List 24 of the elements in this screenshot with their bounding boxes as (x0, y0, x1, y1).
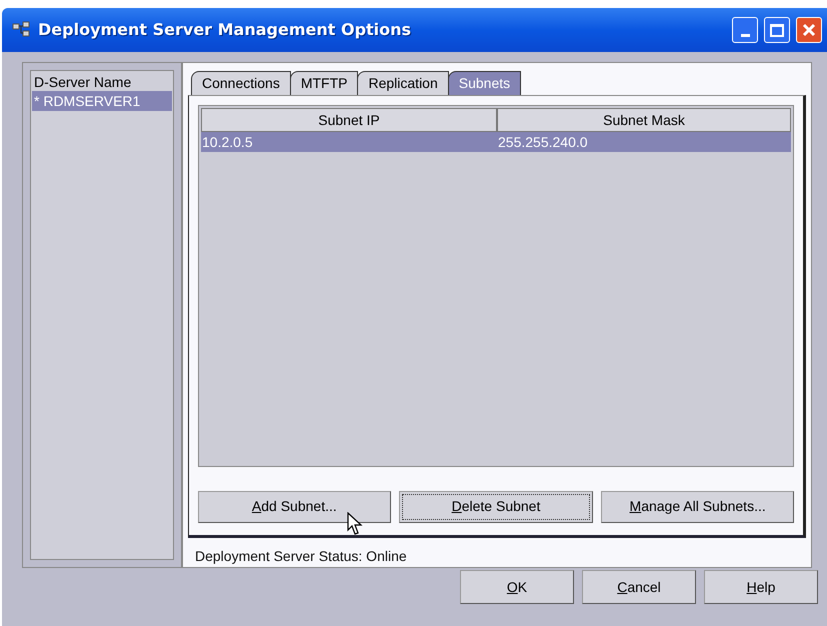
maximize-button[interactable] (764, 17, 790, 43)
button[interactable]: Add Subnet... (198, 490, 391, 523)
list-header: D-Server Name (33, 73, 132, 91)
close-button[interactable] (796, 17, 822, 43)
tab[interactable]: Subnets (448, 70, 522, 95)
table-cell-text: 10.2.0.5 (201, 132, 254, 152)
button[interactable]: Help (704, 570, 818, 604)
tab[interactable]: Replication (357, 70, 449, 95)
button[interactable]: Cancel (582, 570, 696, 604)
window-title: Deployment Server Management Options (38, 19, 412, 41)
close-icon (802, 23, 816, 37)
tab[interactable]: Connections (191, 70, 291, 95)
button[interactable]: OK (460, 570, 574, 604)
button[interactable]: Manage All Subnets... (601, 490, 794, 523)
button[interactable]: Delete Subnet (398, 490, 594, 523)
tab[interactable]: MTFTP (290, 70, 358, 95)
column-header[interactable]: Subnet Mask (497, 108, 791, 132)
status-text: Deployment Server Status: Online (194, 547, 408, 566)
column-header[interactable]: Subnet IP (201, 108, 497, 132)
minimize-button[interactable] (732, 17, 758, 43)
window-icon (12, 21, 32, 39)
table-row[interactable]: 10.2.0.5 255.255.240.0 (201, 132, 791, 152)
table-cell-text: 255.255.240.0 (497, 132, 589, 152)
server-list-item[interactable]: * RDMSERVER1 (32, 91, 172, 111)
